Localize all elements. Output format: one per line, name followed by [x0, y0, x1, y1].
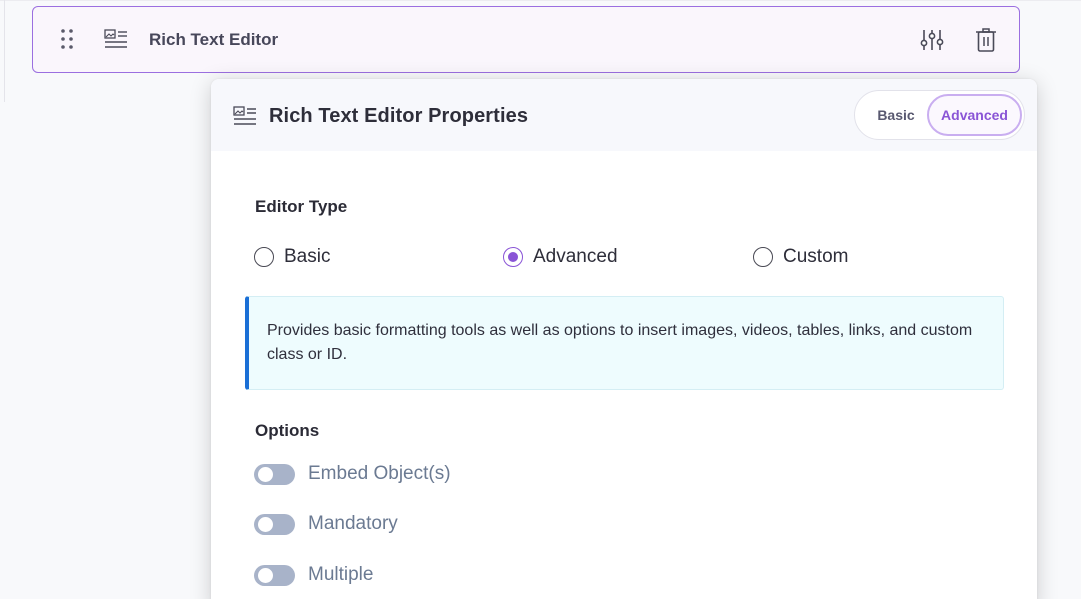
rich-text-editor-icon: [104, 29, 128, 49]
sliders-icon: [920, 30, 944, 50]
radio-unchecked-icon[interactable]: [753, 247, 773, 267]
mandatory-toggle[interactable]: Mandatory: [254, 513, 398, 535]
editor-type-description: Provides basic formatting tools as well …: [245, 296, 1004, 390]
radio-checked-icon[interactable]: [503, 247, 523, 267]
editor-type-heading: Editor Type: [255, 197, 348, 216]
field-delete-button[interactable]: [971, 25, 1001, 55]
toggle-switch[interactable]: [254, 564, 295, 586]
radio-label: Custom: [783, 246, 849, 267]
top-divider: [0, 0, 1081, 1]
radio-label: Basic: [284, 246, 331, 267]
editor-type-custom-radio[interactable]: Custom: [753, 246, 848, 268]
toggle-label: Embed Object(s): [308, 463, 451, 484]
toggle-label: Multiple: [308, 564, 374, 585]
radio-unchecked-icon[interactable]: [254, 247, 274, 267]
drag-handle-icon[interactable]: [60, 28, 74, 50]
field-label: Rich Text Editor: [149, 30, 279, 49]
toggle-switch[interactable]: [254, 513, 295, 535]
mode-switch: Basic Advanced: [854, 90, 1025, 140]
trash-icon: [976, 28, 996, 52]
mode-basic-button[interactable]: Basic: [863, 99, 929, 131]
field-settings-button[interactable]: [917, 25, 947, 55]
toggle-label: Mandatory: [308, 513, 398, 534]
left-divider: [4, 0, 5, 102]
field-row-rich-text-editor[interactable]: Rich Text Editor: [32, 6, 1020, 73]
multiple-toggle[interactable]: Multiple: [254, 564, 373, 586]
properties-panel: Rich Text Editor Properties Basic Advanc…: [211, 79, 1037, 599]
panel-header: Rich Text Editor Properties Basic Advanc…: [211, 79, 1037, 151]
panel-title: Rich Text Editor Properties: [269, 105, 529, 127]
options-heading: Options: [255, 421, 320, 440]
radio-label: Advanced: [533, 246, 618, 267]
rich-text-editor-icon: [233, 106, 257, 126]
editor-type-basic-radio[interactable]: Basic: [254, 246, 330, 268]
mode-advanced-button[interactable]: Advanced: [927, 94, 1022, 136]
editor-type-advanced-radio[interactable]: Advanced: [503, 246, 618, 268]
toggle-switch[interactable]: [254, 463, 295, 485]
embed-objects-toggle[interactable]: Embed Object(s): [254, 463, 451, 485]
